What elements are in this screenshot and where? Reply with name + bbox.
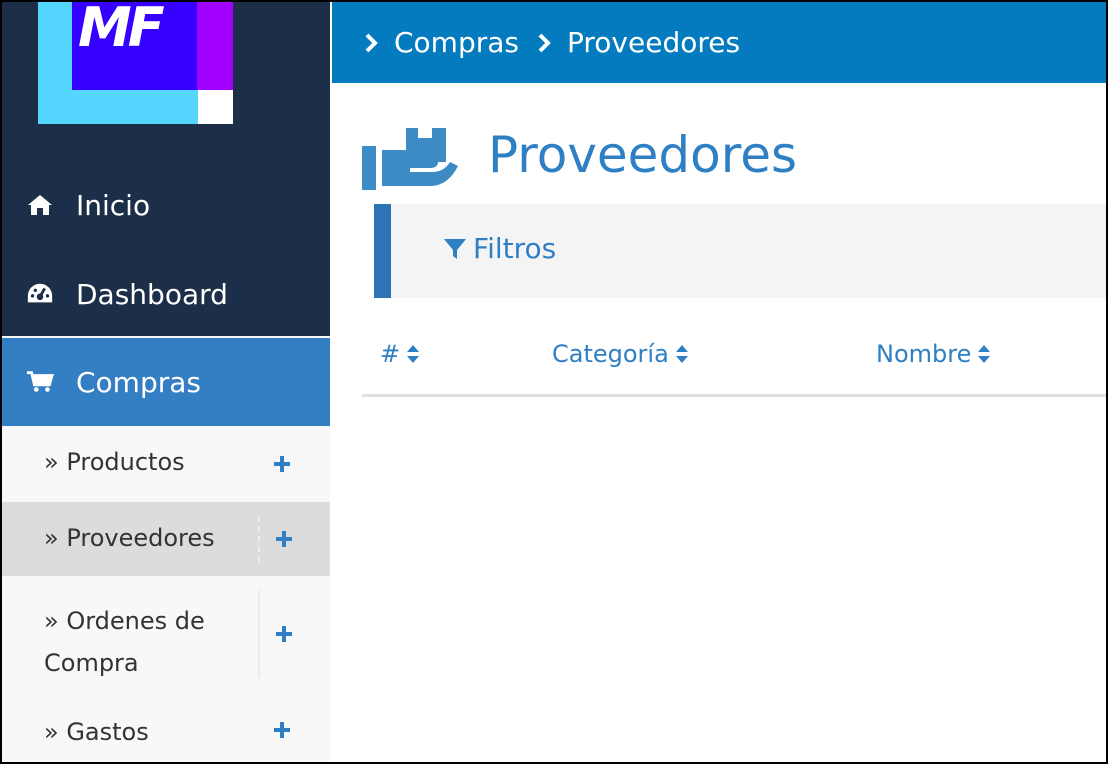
add-producto-button[interactable]	[258, 426, 306, 502]
sidebar-subitem-proveedores[interactable]: » Proveedores	[2, 502, 330, 576]
page-title: Proveedores	[488, 126, 798, 184]
sidebar-item-inicio[interactable]: Inicio	[2, 161, 330, 249]
sort-icon	[406, 344, 420, 364]
column-header-label: Nombre	[876, 340, 972, 368]
add-orden-button[interactable]	[258, 590, 308, 678]
sidebar-item-label: Inicio	[76, 188, 151, 222]
chevron-right-icon	[364, 33, 378, 53]
add-proveedor-button[interactable]	[258, 516, 308, 562]
column-header-number[interactable]: #	[380, 340, 420, 368]
hand-holding-box-icon	[360, 126, 462, 196]
table-header-divider	[362, 394, 1106, 397]
sidebar: MF Inicio Dashboard Compras » Productos …	[2, 2, 330, 762]
shopping-cart-icon	[26, 370, 54, 394]
sidebar-subitem-ordenes-de-compra[interactable]: » Ordenes de Compra	[2, 576, 330, 692]
sidebar-item-compras[interactable]: Compras	[2, 338, 330, 426]
column-header-label: Categoría	[552, 340, 669, 368]
filters-panel: Filtros	[374, 204, 1106, 298]
logo[interactable]: MF	[38, 2, 233, 124]
sidebar-item-label: Dashboard	[76, 277, 228, 311]
sidebar-item-dashboard[interactable]: Dashboard	[2, 250, 330, 338]
chevron-right-icon	[537, 33, 551, 53]
plus-icon	[274, 456, 290, 472]
column-header-categoria[interactable]: Categoría	[552, 340, 689, 368]
sidebar-subitem-label: » Ordenes de Compra	[44, 607, 205, 677]
filters-toggle[interactable]: Filtros	[443, 232, 556, 265]
breadcrumb: Compras Proveedores	[332, 2, 1106, 83]
sidebar-subitem-gastos[interactable]: » Gastos	[2, 692, 330, 762]
sort-icon	[675, 344, 689, 364]
plus-icon	[276, 626, 292, 642]
sidebar-item-label: Compras	[76, 365, 201, 399]
sidebar-subitem-label: » Productos	[44, 448, 185, 476]
filter-icon	[443, 237, 467, 261]
column-header-nombre[interactable]: Nombre	[876, 340, 991, 368]
sort-icon	[977, 344, 991, 364]
dashboard-icon	[26, 281, 54, 307]
column-header-label: #	[380, 340, 401, 368]
home-icon	[26, 194, 54, 216]
filters-label: Filtros	[473, 232, 557, 265]
sidebar-subitem-productos[interactable]: » Productos	[2, 426, 330, 502]
add-gasto-button[interactable]	[258, 692, 306, 762]
app-window: MF Inicio Dashboard Compras » Productos …	[0, 0, 1108, 764]
plus-icon	[276, 531, 292, 547]
plus-icon	[274, 722, 290, 738]
logo-text: MF	[78, 0, 165, 59]
breadcrumb-item-compras[interactable]: Compras	[394, 26, 519, 59]
breadcrumb-item-proveedores[interactable]: Proveedores	[567, 26, 740, 59]
sidebar-subitem-label: » Gastos	[44, 718, 149, 746]
sidebar-subitem-label: » Proveedores	[44, 524, 215, 552]
